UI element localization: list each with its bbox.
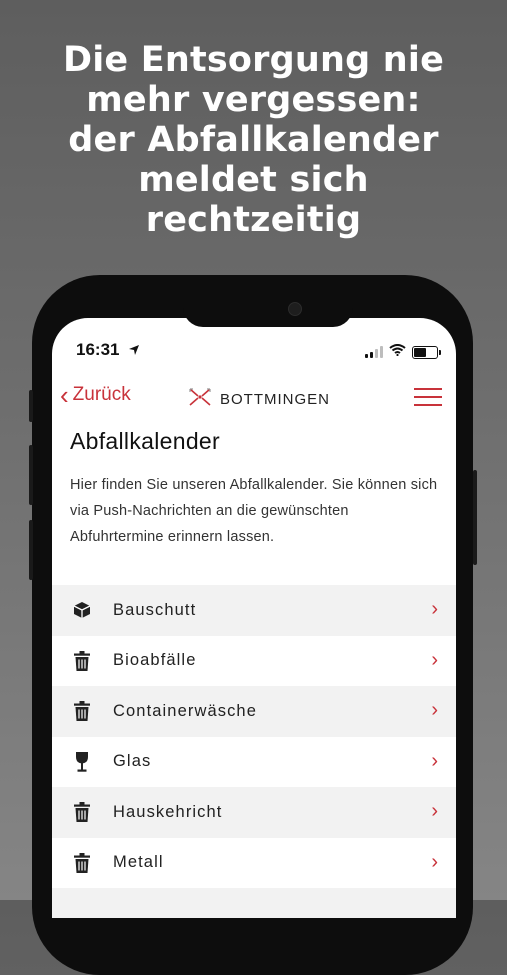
list-item-label: Containerwäsche <box>113 701 257 720</box>
phone-volume-down <box>29 520 33 580</box>
trash-icon <box>71 801 93 823</box>
page-title: Abfallkalender <box>70 428 220 454</box>
phone-volume-up <box>29 445 33 505</box>
hamburger-menu-button[interactable] <box>414 388 442 408</box>
chevron-right-icon: › <box>431 850 438 873</box>
list-item-label: Bioabfälle <box>113 651 197 670</box>
list-item-metall[interactable]: Metall › <box>52 838 456 889</box>
cellular-signal-icon <box>365 346 383 358</box>
list-item-glas[interactable]: Glas › <box>52 737 456 788</box>
list-item-bauschutt[interactable]: Bauschutt › <box>52 585 456 636</box>
list-item-partial[interactable] <box>52 888 456 918</box>
list-item-containerwaesche[interactable]: Containerwäsche › <box>52 686 456 737</box>
location-arrow-icon <box>128 343 140 361</box>
promo-headline: Die Entsorgung nie mehr vergessen: der A… <box>62 40 445 240</box>
chevron-right-icon: › <box>431 800 438 822</box>
box-icon <box>71 599 93 621</box>
list-item-label: Hauskehricht <box>113 802 223 821</box>
list-item-hauskehricht[interactable]: Hauskehricht › <box>52 787 456 838</box>
list-item-label: Glas <box>113 752 152 771</box>
trash-icon <box>71 852 93 874</box>
list-item-bioabfaelle[interactable]: Bioabfälle › <box>52 636 456 687</box>
app-screen: 16:31 ‹ Zurück BOTTMINGEN Abfallkalender… <box>52 318 456 918</box>
brand-name: BOTTMINGEN <box>220 391 330 408</box>
bottmingen-logo-icon <box>188 386 212 413</box>
back-button-label: Zurück <box>72 384 131 405</box>
battery-icon <box>412 345 441 359</box>
chevron-right-icon: › <box>431 598 438 620</box>
chevron-right-icon: › <box>431 648 438 671</box>
phone-power-button <box>473 470 477 565</box>
phone-mute-switch <box>29 390 33 422</box>
wifi-icon <box>389 343 406 361</box>
status-icons <box>365 343 441 361</box>
brand-logo: BOTTMINGEN <box>188 386 330 413</box>
trash-icon <box>71 650 93 672</box>
back-button[interactable]: ‹ Zurück <box>60 380 131 410</box>
category-list: Bauschutt › Bioabfälle › Containerwäsche… <box>52 585 456 918</box>
front-camera <box>288 302 302 316</box>
trash-icon <box>71 700 93 722</box>
status-time: 16:31 <box>76 340 120 359</box>
chevron-right-icon: › <box>431 749 438 772</box>
chevron-left-icon: ‹ <box>60 380 69 410</box>
list-item-label: Bauschutt <box>113 600 197 619</box>
chevron-right-icon: › <box>431 699 438 721</box>
wine-glass-icon <box>71 751 93 773</box>
navigation-bar: ‹ Zurück BOTTMINGEN <box>52 378 456 414</box>
page-intro-text: Hier finden Sie unseren Abfallkalender. … <box>70 477 438 545</box>
list-item-label: Metall <box>113 853 164 872</box>
phone-notch <box>183 300 353 327</box>
